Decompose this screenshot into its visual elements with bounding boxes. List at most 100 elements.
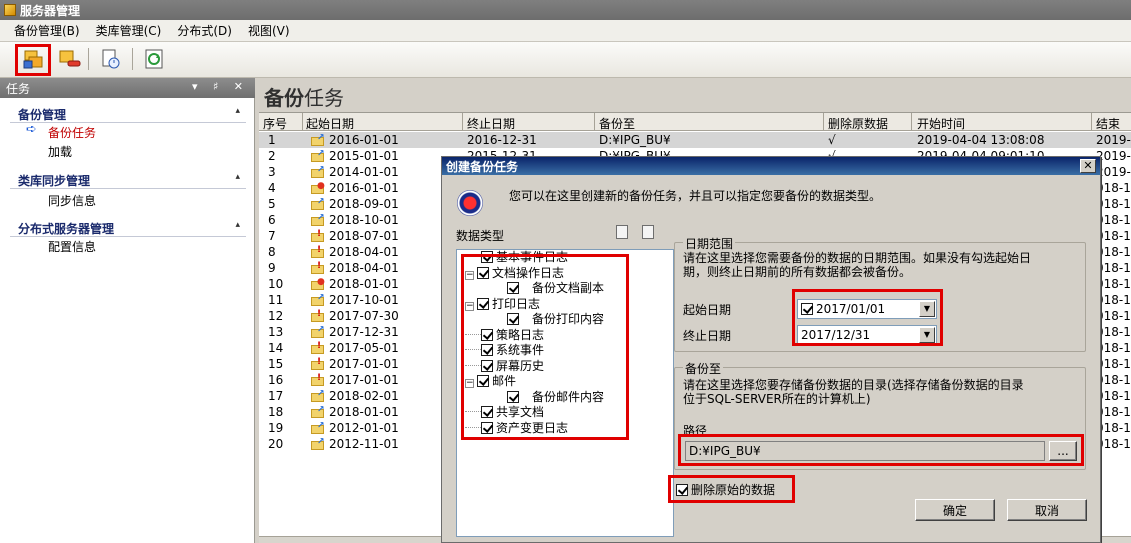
task-item-load[interactable]: 加载 — [48, 143, 72, 160]
col-dest[interactable]: 备份至 — [599, 115, 635, 132]
close-icon[interactable]: ✕ — [1080, 159, 1096, 173]
tree-item[interactable]: 共享文档 — [465, 403, 544, 420]
folder-warning-icon: ! — [311, 310, 325, 322]
tree-item[interactable]: 基本事件日志 — [465, 248, 568, 265]
menu-distributed[interactable]: 分布式(D) — [177, 22, 232, 39]
collapse-toggle-icon[interactable]: − — [465, 270, 474, 280]
group-title-distributed[interactable]: 分布式服务器管理 — [18, 220, 114, 237]
cell-start: 2018-01-01 — [329, 277, 399, 291]
tree-checkbox[interactable] — [481, 328, 493, 341]
tree-checkbox[interactable] — [481, 344, 493, 356]
tree-item[interactable]: − 文档操作日志 — [465, 264, 564, 281]
folder-error-icon: ● — [311, 278, 325, 290]
new-backup-task-button[interactable] — [15, 44, 51, 76]
cell-no: 19 — [268, 421, 284, 435]
cell-finish: 018-1 — [1096, 357, 1131, 371]
cell-no: 13 — [268, 325, 284, 339]
folder-warning-icon: ! — [311, 230, 325, 242]
col-no[interactable]: 序号 — [263, 115, 287, 132]
taskpane-controls[interactable]: ▾ ♯ ✕ — [192, 80, 249, 93]
delete-task-button[interactable] — [56, 45, 84, 73]
path-input[interactable]: D:¥IPG_BU¥ — [685, 441, 1045, 461]
tree-item[interactable]: − 打印日志 — [465, 295, 540, 312]
cancel-button[interactable]: 取消 — [1007, 499, 1087, 521]
ok-button[interactable]: 确定 — [915, 499, 995, 521]
cell-start: 2015-01-01 — [329, 149, 399, 163]
task-item-config-info[interactable]: 配置信息 — [48, 238, 96, 255]
task-item-sync-info[interactable]: 同步信息 — [48, 192, 96, 209]
path-label: 路径 — [683, 424, 708, 438]
tree-item[interactable]: 策略日志 — [465, 326, 544, 343]
app-icon — [4, 4, 16, 16]
cell-finish: 018-1 — [1096, 181, 1131, 195]
collapse-icon[interactable]: ▴ — [235, 106, 240, 116]
folder-ok-icon: ↗ — [311, 326, 325, 338]
col-start-date[interactable]: 起始日期 — [306, 115, 354, 132]
tree-item[interactable]: 备份打印内容 — [507, 310, 604, 327]
table-row[interactable]: 1 2016-01-01 2016-12-31 D:¥IPG_BU¥ √ 2019-04-… — [259, 132, 1131, 148]
chevron-down-icon[interactable]: ▼ — [919, 327, 935, 343]
tree-item[interactable]: 备份文档副本 — [507, 279, 604, 296]
tree-item-label: 系统事件 — [496, 343, 545, 357]
cell-finish: 018-1 — [1096, 213, 1131, 227]
col-end-date[interactable]: 终止日期 — [467, 115, 515, 132]
dialog-title-bar: 创建备份任务 ✕ — [442, 157, 1100, 175]
col-delete-original[interactable]: 删除原数据 — [828, 115, 888, 132]
collapse-all-icon[interactable] — [642, 225, 654, 239]
menu-library[interactable]: 类库管理(C) — [96, 22, 162, 39]
cell-start: 2018-10-01 — [329, 213, 399, 227]
data-type-tree: 基本事件日志 − 文档操作日志 备份文档副本 − 打印日志 备份打印内容 策略日志 系统事件 屏幕… — [456, 249, 674, 537]
collapse-toggle-icon[interactable]: − — [465, 301, 474, 311]
cell-no: 11 — [268, 293, 284, 307]
tree-checkbox[interactable] — [481, 406, 493, 418]
tree-checkbox[interactable] — [477, 297, 489, 310]
cell-no: 17 — [268, 389, 284, 403]
cell-no: 9 — [268, 261, 276, 275]
view-task-button[interactable] — [96, 45, 124, 73]
col-begin-time[interactable]: 开始时间 — [917, 115, 965, 132]
tree-item[interactable]: 资产变更日志 — [465, 419, 568, 436]
tree-checkbox[interactable] — [481, 251, 493, 263]
document-clock-icon — [102, 49, 120, 69]
task-item-backup-task[interactable]: 备份任务 — [48, 124, 96, 141]
tree-item[interactable]: 系统事件 — [465, 341, 544, 358]
collapse-icon[interactable]: ▴ — [235, 172, 240, 182]
delete-original-checkbox[interactable] — [676, 483, 688, 496]
cell-dest: D:¥IPG_BU¥ — [599, 133, 671, 147]
browse-button[interactable]: ... — [1049, 441, 1077, 461]
refresh-button[interactable] — [140, 45, 168, 73]
tree-checkbox[interactable] — [481, 421, 493, 434]
folder-warning-icon: ! — [311, 262, 325, 274]
collapse-toggle-icon[interactable]: − — [465, 379, 474, 388]
group-title-backup[interactable]: 备份管理 — [18, 106, 66, 123]
tree-item[interactable]: 屏幕历史 — [465, 357, 544, 374]
cell-start: 2018-02-01 — [329, 389, 399, 403]
folder-warning-icon: ! — [311, 342, 325, 354]
tree-checkbox[interactable] — [507, 282, 519, 294]
start-date-picker[interactable]: 2017/01/01 ▼ — [797, 299, 937, 319]
tree-item[interactable]: 备份邮件内容 — [507, 388, 604, 405]
tree-checkbox[interactable] — [477, 375, 489, 387]
chevron-down-icon[interactable]: ▼ — [919, 301, 935, 317]
tree-item[interactable]: − 邮件 — [465, 372, 516, 389]
tree-checkbox[interactable] — [481, 359, 493, 372]
tree-checkbox[interactable] — [507, 313, 519, 325]
folder-ok-icon: ↗ — [311, 214, 325, 226]
tree-checkbox[interactable] — [477, 266, 489, 279]
collapse-icon[interactable]: ▴ — [235, 220, 240, 230]
cell-no: 5 — [268, 197, 276, 211]
folder-ok-icon: ↗ — [311, 150, 325, 162]
start-date-checkbox[interactable] — [801, 303, 813, 315]
group-title-library-sync[interactable]: 类库同步管理 — [18, 172, 90, 189]
page-title: 备份任务 — [264, 82, 344, 111]
tree-checkbox[interactable] — [507, 390, 519, 403]
folder-ok-icon: ↗ — [311, 134, 325, 146]
delete-original-row[interactable]: 删除原始的数据 — [676, 481, 775, 498]
cell-finish: 018-1 — [1096, 405, 1131, 419]
menu-backup[interactable]: 备份管理(B) — [14, 22, 80, 39]
expand-all-icon[interactable] — [616, 225, 628, 239]
cell-finish: 018-1 — [1096, 197, 1131, 211]
menu-view[interactable]: 视图(V) — [248, 22, 290, 39]
cell-finish: 018-1 — [1096, 293, 1131, 307]
end-date-picker[interactable]: 2017/12/31 ▼ — [797, 325, 937, 345]
